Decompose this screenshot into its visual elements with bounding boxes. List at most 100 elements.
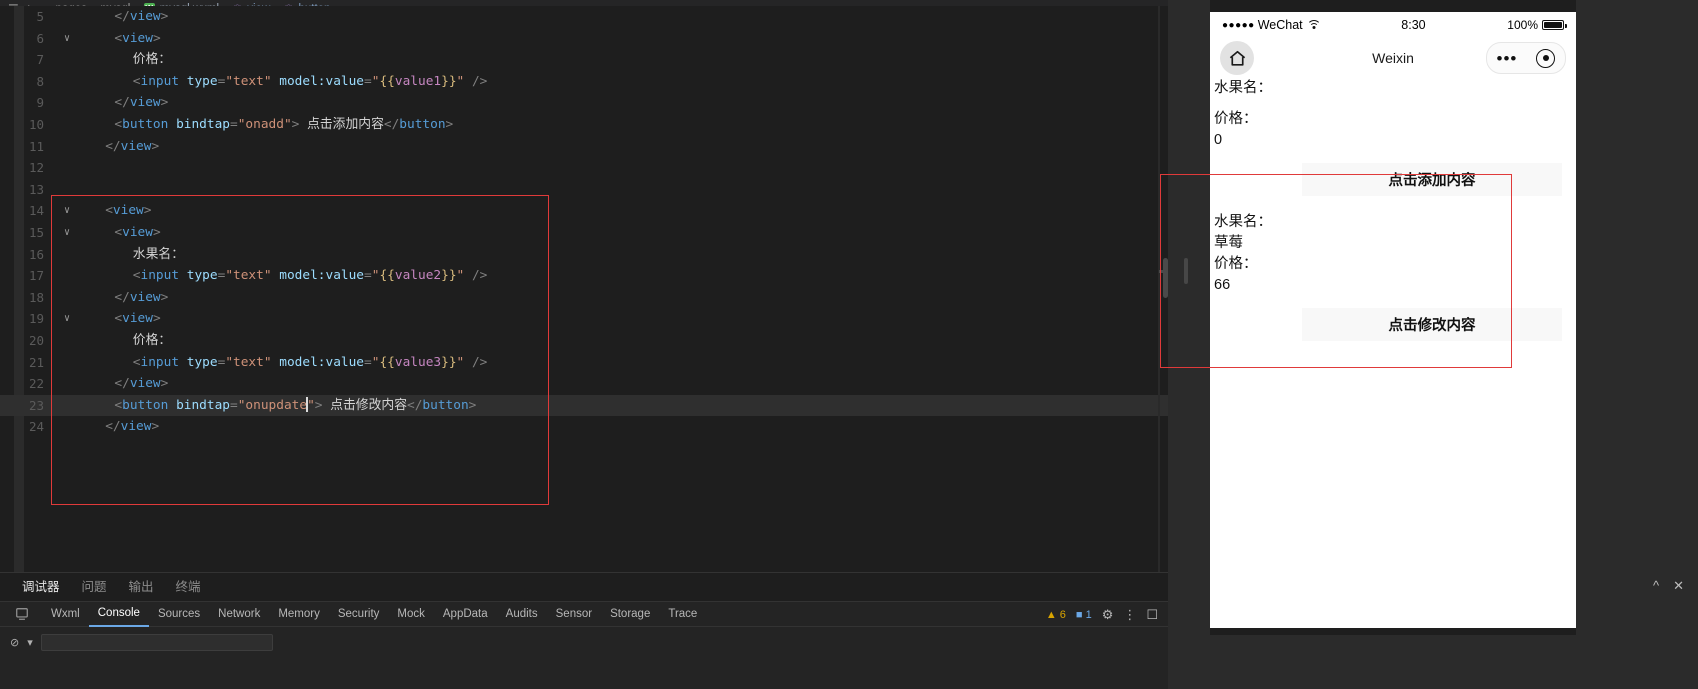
console-panel[interactable]: ⊘ ▾ [0, 627, 1168, 689]
console-toolbar[interactable]: ⊘ ▾ [0, 631, 273, 653]
devtools-tab-security[interactable]: Security [329, 601, 389, 627]
code-editor[interactable]: 5 </view> 6 ∨ <view> 7 价格： 8 <input type="text" … [0, 6, 1168, 572]
devtools-tab-sources[interactable]: Sources [149, 601, 209, 627]
code-line[interactable]: 20 价格： [0, 330, 1168, 352]
code-token: > [160, 95, 169, 111]
code-token: < [114, 397, 123, 413]
line-number: 5 [36, 9, 44, 24]
devtools-right-actions[interactable]: ▲ 6 ■ 1 ⚙ ⋮ ☐ [1046, 602, 1158, 628]
code-line[interactable]: 15 ∨ <view> [0, 222, 1168, 244]
panel-actions[interactable]: ^ ✕ [1653, 578, 1684, 594]
code-token: view [129, 95, 161, 111]
target-icon[interactable] [1536, 48, 1556, 68]
code-token: /> [471, 354, 488, 370]
code-line[interactable]: 7 价格： [0, 49, 1168, 71]
code-line[interactable]: 12 [0, 157, 1168, 179]
status-time: 8:30 [1401, 18, 1426, 32]
home-icon[interactable] [1220, 41, 1254, 75]
wechat-capsule[interactable]: ••• [1486, 42, 1566, 74]
devtools-tab-storage[interactable]: Storage [601, 601, 659, 627]
fold-chevron-icon[interactable]: ∨ [60, 222, 74, 244]
code-token: = [364, 354, 372, 370]
line-number: 18 [28, 289, 44, 305]
devtools-tab-bar[interactable]: Wxml Console Sources Network Memory Security M… [0, 601, 1168, 627]
code-line[interactable]: 16 水果名： [0, 244, 1168, 266]
code-line[interactable]: 24 </view> [0, 416, 1168, 438]
devtools-tab-memory[interactable]: Memory [269, 601, 329, 627]
code-line[interactable]: 11 </view> [0, 136, 1168, 158]
devtools-tab-trace[interactable]: Trace [659, 601, 706, 627]
warning-badge[interactable]: ▲ 6 [1046, 609, 1066, 621]
code-line[interactable]: 23 <button bindtap="onupdate"> 点击修改内容</bu… [0, 394, 1168, 417]
dock-icon[interactable]: ☐ [1146, 607, 1158, 623]
wifi-icon [1306, 20, 1321, 30]
code-line-text: <button bindtap="onupdate"> 点击修改内容</butt… [96, 396, 476, 413]
code-line[interactable]: 13 [0, 179, 1168, 201]
devtools-tab-wxml[interactable]: Wxml [42, 601, 89, 627]
devtools-tab-sensor[interactable]: Sensor [547, 601, 601, 627]
code-token: < [114, 116, 123, 132]
inspect-icon[interactable] [14, 606, 30, 622]
code-line[interactable]: 6 ∨ <view> [0, 28, 1168, 50]
error-badge[interactable]: ■ 1 [1076, 609, 1092, 621]
code-token: "text" [225, 73, 272, 89]
context-selector[interactable]: ▾ [27, 636, 33, 649]
fold-chevron-icon[interactable]: ∨ [60, 200, 74, 222]
code-line[interactable]: 21 <input type="text" model:value="{{valu… [0, 352, 1168, 374]
code-line[interactable]: 18 </view> [0, 287, 1168, 309]
code-line[interactable]: 19 ∨ <view> [0, 308, 1168, 330]
bottom-panel-tabs[interactable]: 调试器 问题 输出 终端 [0, 572, 1168, 602]
devtools-tab-audits[interactable]: Audits [497, 601, 547, 627]
update-content-button[interactable]: 点击修改内容 [1302, 308, 1562, 341]
code-line[interactable]: 22 </view> [0, 373, 1168, 395]
add-content-button[interactable]: 点击添加内容 [1302, 163, 1562, 196]
code-token: view [129, 376, 161, 392]
devtools-tab-appdata[interactable]: AppData [434, 601, 497, 627]
code-line[interactable]: 8 <input type="text" model:value="{{value… [0, 71, 1168, 93]
console-filter-input[interactable] [40, 633, 273, 651]
signal-dots-icon: ●●●●● [1222, 19, 1255, 31]
panel-tab-0[interactable]: 调试器 [22, 576, 60, 602]
code-token: view [129, 9, 161, 24]
code-lines[interactable]: 5 </view> 6 ∨ <view> 7 价格： 8 <input type="text" … [0, 6, 1168, 572]
code-line-text: <input type="text" model:value="{{value3… [96, 354, 488, 370]
devtools-tab-console[interactable]: Console [88, 601, 149, 627]
panel-tab-2[interactable]: 输出 [129, 576, 154, 598]
simulator-page-body: 水果名： 价格： 0 点击添加内容 水果名： 草莓 价格： 66 点击修改内容 [1210, 78, 1576, 341]
devtools-tabs[interactable]: Wxml Console Sources Network Memory Security M… [42, 601, 706, 627]
code-line-text: <view> [96, 225, 160, 240]
code-token: 点击添加内容 [299, 116, 384, 132]
code-line[interactable]: 10 <button bindtap="onadd"> 点击添加内容</butto… [0, 114, 1168, 136]
code-line-text: <view> [96, 30, 160, 46]
panel-tab-3[interactable]: 终端 [176, 576, 201, 598]
chevron-up-icon[interactable]: ^ [1653, 578, 1659, 594]
code-token: view [122, 30, 153, 46]
fold-chevron-icon[interactable]: ∨ [60, 28, 74, 50]
phone-simulator[interactable]: ●●●●● WeChat 8:30 100% Weixin ••• 水果名： 价… [1210, 12, 1576, 628]
code-line[interactable]: 9 </view> [0, 92, 1168, 114]
panel-tab-1[interactable]: 问题 [82, 576, 107, 598]
code-token: </ [114, 376, 130, 392]
gear-icon[interactable]: ⚙ [1102, 607, 1114, 623]
code-line[interactable]: 14 ∨ <view> [0, 200, 1168, 222]
battery-block: 100% [1507, 18, 1567, 32]
code-token: type [186, 268, 218, 284]
simulator-divider[interactable] [1168, 0, 1210, 635]
code-token: value3 [394, 354, 442, 370]
line-number: 20 [28, 332, 44, 348]
clear-console-icon[interactable]: ⊘ [10, 636, 19, 649]
divider-grip[interactable] [1184, 258, 1188, 284]
close-icon[interactable]: ✕ [1673, 578, 1684, 594]
code-token: < [114, 311, 123, 327]
code-line[interactable]: 5 </view> [0, 6, 1168, 28]
code-line[interactable]: 17 <input type="text" model:value="{{valu… [0, 265, 1168, 287]
fold-chevron-icon[interactable]: ∨ [60, 308, 74, 330]
devtools-tab-network[interactable]: Network [209, 601, 269, 627]
kebab-icon[interactable]: ⋮ [1123, 607, 1136, 623]
devtools-tab-mock[interactable]: Mock [388, 601, 433, 627]
ellipsis-icon[interactable]: ••• [1497, 50, 1518, 67]
